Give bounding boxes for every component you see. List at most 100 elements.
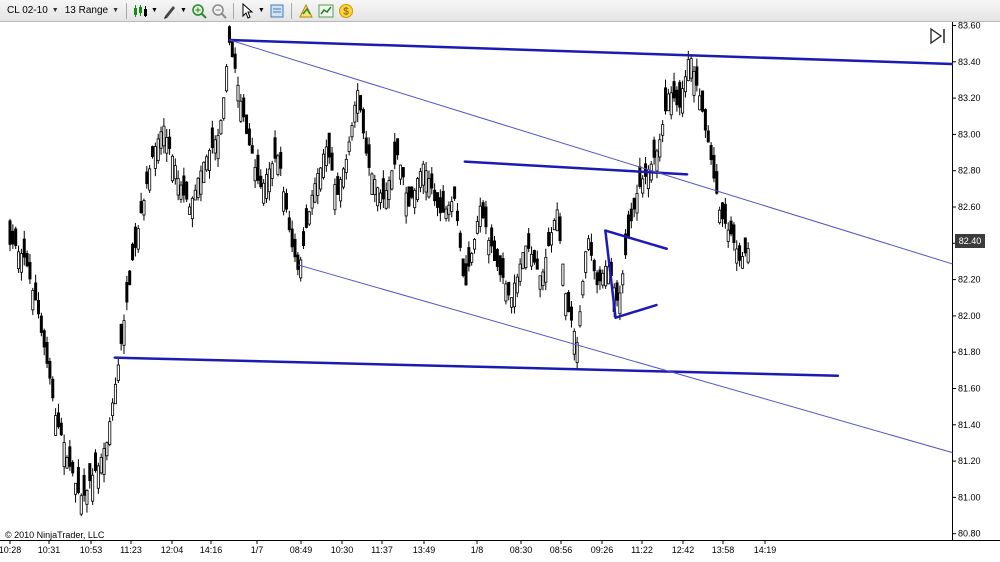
chevron-down-icon[interactable]: ▼	[258, 7, 265, 14]
candle-body-up	[190, 197, 194, 220]
price-chart[interactable]: 83.60 83.40 83.20 83.00 82.80 82.60 82.40 82.20…	[0, 22, 1000, 562]
candle-body-up	[370, 173, 374, 195]
candle-body-up	[376, 187, 380, 207]
price-tick-label: 82.00	[958, 311, 981, 321]
time-tick-label: 09:26	[591, 545, 614, 555]
select-pointer-button[interactable]	[239, 2, 257, 20]
candle-body-up	[512, 282, 516, 308]
candle-body-down	[128, 270, 132, 286]
time-tick-label: 1/7	[251, 545, 264, 555]
candle-body-down	[290, 228, 294, 248]
candle-body-down	[723, 203, 727, 224]
candle	[407, 186, 411, 208]
candle	[79, 493, 83, 517]
candle-body-up	[601, 272, 605, 286]
candle-body-down	[293, 238, 297, 258]
candle-body-up	[270, 163, 274, 179]
drawing-tool-button[interactable]	[161, 2, 179, 20]
time-tick-label: 12:42	[672, 545, 695, 555]
bar-type-label: 13 Range	[64, 5, 109, 16]
candle	[624, 229, 628, 259]
candle-body-up	[658, 139, 662, 158]
chart-style-button[interactable]	[132, 2, 150, 20]
candle-body-up	[541, 271, 545, 287]
zoom-out-icon	[212, 3, 227, 19]
zoom-out-button[interactable]	[210, 2, 228, 20]
strategies-button[interactable]	[297, 2, 315, 20]
candle-body-up	[350, 125, 354, 138]
price-tick-label: 81.80	[958, 347, 981, 357]
candle-body-up	[686, 59, 690, 82]
indicators-button[interactable]	[317, 2, 335, 20]
chevron-down-icon[interactable]: ▼	[180, 7, 187, 14]
candle-body-up	[153, 146, 157, 169]
candle-body-up	[718, 209, 722, 224]
price-tick-label: 82.80	[958, 166, 981, 176]
candle-body-up	[661, 124, 665, 136]
candle-body-down	[48, 360, 52, 379]
candle-body-down	[88, 463, 92, 482]
candle-body-down	[139, 201, 143, 214]
candle-body-up	[555, 209, 559, 232]
candle	[532, 249, 536, 265]
candle	[524, 245, 528, 270]
cursor-arrow-icon	[242, 2, 254, 19]
bar-type-selector[interactable]: 13 Range ▼	[62, 2, 122, 20]
candle	[205, 154, 209, 172]
candle-body-down	[527, 233, 531, 249]
candle-body-down	[37, 300, 41, 315]
candle-body-up	[561, 263, 565, 286]
chart-canvas[interactable]: 83.60 83.40 83.20 83.00 82.80 82.60 82.40 82.20…	[0, 22, 1000, 562]
time-tick-label: 12:04	[161, 545, 184, 555]
candle-body-up	[347, 141, 351, 152]
candle	[94, 449, 98, 473]
candle-body-down	[56, 412, 60, 428]
price-tick-label: 81.60	[958, 384, 981, 394]
candle-body-down	[464, 263, 468, 286]
candle-body-up	[85, 489, 89, 505]
candle-body-up	[390, 170, 394, 190]
candle-body-up	[413, 189, 417, 209]
data-box-button[interactable]	[268, 2, 286, 20]
candle-body-up	[544, 256, 548, 283]
candle-body-up	[356, 90, 360, 114]
candle-body-down	[712, 155, 716, 179]
candle	[222, 97, 226, 121]
candlestick-icon	[134, 4, 148, 17]
candle-body-up	[216, 135, 220, 160]
candle-body-up	[253, 166, 257, 182]
candle-body-down	[119, 323, 123, 344]
candle-body-down	[59, 422, 63, 436]
candle-body-down	[732, 224, 736, 244]
candle-body-up	[427, 178, 431, 198]
instrument-selector[interactable]: CL 02-10 ▼	[4, 2, 62, 20]
candle-body-down	[302, 231, 306, 246]
candle-body-down	[51, 378, 55, 399]
candle-body-down	[279, 151, 283, 169]
scroll-to-end-button[interactable]	[928, 27, 948, 45]
candle-body-up	[156, 138, 160, 162]
candle-body-up	[142, 200, 146, 216]
properties-button[interactable]: $	[337, 2, 355, 20]
candle	[341, 167, 345, 190]
properties-icon: $	[338, 3, 353, 18]
candle-body-down	[715, 171, 719, 194]
candle-body-up	[108, 421, 112, 445]
candle-body-up	[421, 163, 425, 186]
candle-body-up	[504, 283, 508, 302]
candle-body-down	[501, 258, 505, 278]
candle	[453, 186, 457, 201]
candle-body-down	[467, 247, 471, 267]
candle-body-down	[94, 452, 98, 471]
candle-body-up	[102, 447, 106, 475]
candle-body-down	[25, 253, 29, 267]
candle-body-down	[304, 208, 308, 228]
plot-background	[0, 22, 952, 540]
price-tick-label: 81.00	[958, 492, 981, 502]
candle-body-down	[39, 315, 43, 333]
chevron-down-icon[interactable]: ▼	[151, 7, 158, 14]
candle-body-up	[681, 88, 685, 114]
zoom-in-button[interactable]	[190, 2, 208, 20]
candle-body-up	[521, 252, 525, 270]
candle-body-up	[162, 125, 166, 147]
